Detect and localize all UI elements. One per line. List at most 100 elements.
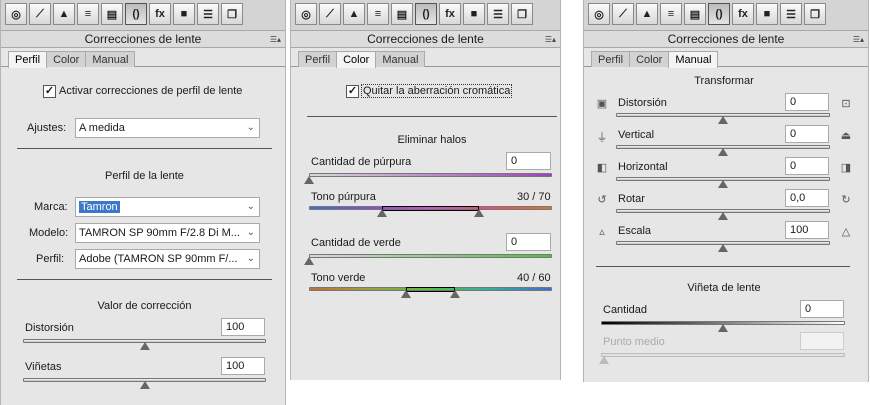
slider-thumb[interactable] xyxy=(718,244,728,252)
perfil-label: Perfil: xyxy=(36,253,65,265)
tab-manual[interactable]: Manual xyxy=(85,51,136,67)
camera-aperture-icon[interactable]: ◎ xyxy=(5,3,27,25)
camera-aperture-icon[interactable]: ◎ xyxy=(588,3,610,25)
split-toning-icon[interactable]: ▤ xyxy=(101,3,123,25)
presets-icon[interactable]: ☰ xyxy=(780,3,802,25)
tab-color[interactable]: Color xyxy=(336,51,377,68)
split-toning-icon[interactable]: ▤ xyxy=(684,3,706,25)
horizontal-label: Horizontal xyxy=(618,161,668,173)
slider-thumb[interactable] xyxy=(139,342,150,350)
hsl-icon[interactable]: ≡ xyxy=(367,3,389,25)
escala-slider[interactable] xyxy=(616,241,830,255)
purple-hue-label: Tono púrpura xyxy=(311,191,376,203)
lens-corrections-icon[interactable]: () xyxy=(708,3,730,25)
green-amount-input[interactable]: 0 xyxy=(506,233,551,251)
ajustes-select[interactable]: A medida ⌄ xyxy=(75,118,260,138)
snapshots-icon[interactable]: ❐ xyxy=(804,3,826,25)
panel-title: Correcciones de lente xyxy=(367,32,484,46)
vinetas-input[interactable]: 100 xyxy=(221,357,265,375)
slider-thumb-high[interactable] xyxy=(474,209,485,217)
hsl-icon[interactable]: ≡ xyxy=(77,3,99,25)
split-toning-icon[interactable]: ▤ xyxy=(391,3,413,25)
slider-thumb-low[interactable] xyxy=(401,290,412,298)
tab-perfil[interactable]: Perfil xyxy=(8,51,48,68)
marca-select[interactable]: Tamron ⌄ xyxy=(75,197,260,217)
detail-icon[interactable]: ▲ xyxy=(636,3,658,25)
camera-calibration-icon[interactable]: ■ xyxy=(463,3,485,25)
detail-icon[interactable]: ▲ xyxy=(343,3,365,25)
slider-thumb[interactable] xyxy=(304,176,314,184)
perfil-select[interactable]: Adobe (TAMRON SP 90mm F/... ⌄ xyxy=(75,249,260,269)
scale-small-icon: ▵ xyxy=(599,226,605,238)
rotate-right-icon: ↻ xyxy=(841,194,851,206)
fx-icon[interactable]: fx xyxy=(439,3,461,25)
tab-color[interactable]: Color xyxy=(629,51,670,67)
distorsion-slider[interactable] xyxy=(23,339,266,353)
green-amount-label: Cantidad de verde xyxy=(311,237,401,249)
hsl-icon[interactable]: ≡ xyxy=(660,3,682,25)
fx-icon[interactable]: fx xyxy=(732,3,754,25)
rotar-input[interactable]: 0,0 xyxy=(785,189,829,207)
divider xyxy=(17,148,272,149)
lens-corrections-icon[interactable]: () xyxy=(415,3,437,25)
purple-hue-value: 30 / 70 xyxy=(517,191,551,203)
tone-curve-icon[interactable]: ⟋ xyxy=(612,3,634,25)
purple-amount-slider[interactable] xyxy=(304,173,552,187)
tab-manual[interactable]: Manual xyxy=(375,51,426,67)
panel-header: Correcciones de lente ☰▴ xyxy=(291,31,560,48)
slider-thumb[interactable] xyxy=(718,116,728,124)
slider-thumb[interactable] xyxy=(718,148,728,156)
camera-calibration-icon[interactable]: ■ xyxy=(756,3,778,25)
camera-aperture-icon[interactable]: ◎ xyxy=(295,3,317,25)
enable-profile-checkbox[interactable]: ✓ xyxy=(43,85,56,98)
horizontal-input[interactable]: 0 xyxy=(785,157,829,175)
camera-calibration-icon[interactable]: ■ xyxy=(173,3,195,25)
slider-thumb[interactable] xyxy=(718,324,728,332)
distorsion-input[interactable]: 0 xyxy=(785,93,829,111)
snapshots-icon[interactable]: ❐ xyxy=(511,3,533,25)
presets-icon[interactable]: ☰ xyxy=(197,3,219,25)
snapshots-icon[interactable]: ❐ xyxy=(221,3,243,25)
detail-icon[interactable]: ▲ xyxy=(53,3,75,25)
punto-medio-input[interactable] xyxy=(800,332,844,350)
slider-thumb-high[interactable] xyxy=(449,290,460,298)
slider-thumb[interactable] xyxy=(139,381,150,389)
panel-menu-icon[interactable]: ☰▴ xyxy=(853,31,864,48)
panel-menu-icon[interactable]: ☰▴ xyxy=(270,31,281,48)
slider-thumb[interactable] xyxy=(718,212,728,220)
tab-manual[interactable]: Manual xyxy=(668,51,719,68)
slider-thumb[interactable] xyxy=(304,257,314,265)
tab-perfil[interactable]: Perfil xyxy=(591,51,631,67)
vinetas-slider[interactable] xyxy=(23,378,266,392)
slider-thumb[interactable] xyxy=(718,180,728,188)
punto-medio-slider[interactable] xyxy=(599,353,845,367)
panel-menu-icon[interactable]: ☰▴ xyxy=(545,31,556,48)
presets-icon[interactable]: ☰ xyxy=(487,3,509,25)
green-hue-slider[interactable] xyxy=(309,287,552,305)
fx-icon[interactable]: fx xyxy=(149,3,171,25)
rotar-label: Rotar xyxy=(618,193,645,205)
modelo-select[interactable]: TAMRON SP 90mm F/2.8 Di M... ⌄ xyxy=(75,223,260,243)
panel-toolbar: ◎ ⟋ ▲ ≡ ▤ () fx ■ ☰ ❐ xyxy=(1,0,285,31)
purple-hue-slider[interactable] xyxy=(309,206,552,224)
slider-thumb[interactable] xyxy=(599,356,609,364)
escala-input[interactable]: 100 xyxy=(785,221,829,239)
distorsion-label: Distorsión xyxy=(25,322,74,334)
green-amount-slider[interactable] xyxy=(304,254,552,268)
defringe-title: Eliminar halos xyxy=(397,134,467,146)
horizontal-perspective-icon: ◧ xyxy=(596,162,608,174)
cantidad-input[interactable]: 0 xyxy=(800,300,844,318)
lens-corrections-icon[interactable]: () xyxy=(125,3,147,25)
remove-ca-checkbox[interactable]: ✓ xyxy=(346,85,359,98)
transform-title: Transformar xyxy=(694,75,754,87)
tab-color[interactable]: Color xyxy=(46,51,87,67)
tone-curve-icon[interactable]: ⟋ xyxy=(319,3,341,25)
tab-perfil[interactable]: Perfil xyxy=(298,51,338,67)
slider-thumb-low[interactable] xyxy=(376,209,387,217)
purple-amount-input[interactable]: 0 xyxy=(506,152,551,170)
distorsion-input[interactable]: 100 xyxy=(221,318,265,336)
vertical-input[interactable]: 0 xyxy=(785,125,829,143)
tone-curve-icon[interactable]: ⟋ xyxy=(29,3,51,25)
chevron-down-icon: ⌄ xyxy=(246,253,255,264)
correction-section-title: Valor de corrección xyxy=(97,300,192,312)
